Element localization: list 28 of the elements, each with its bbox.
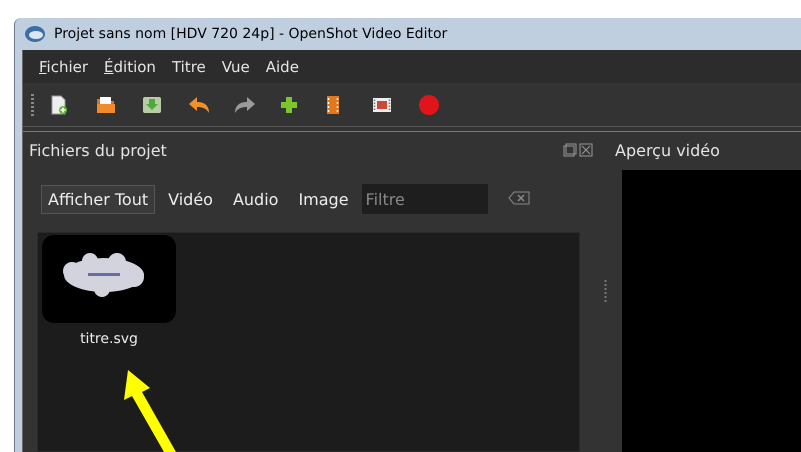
film-strip-icon[interactable] — [326, 94, 340, 114]
record-icon[interactable] — [418, 94, 440, 116]
file-name[interactable]: titre.svg — [80, 331, 138, 347]
menu-item[interactable]: Fichier — [31, 52, 96, 80]
undo-icon[interactable] — [188, 96, 210, 114]
splitter-handle-icon[interactable] — [604, 280, 606, 304]
save-icon[interactable] — [142, 96, 162, 114]
menu-item[interactable]: Édition — [96, 52, 164, 80]
filter-field[interactable]: Filtre — [362, 184, 488, 214]
menu-item[interactable]: Vue — [214, 52, 258, 80]
menu-item[interactable]: Aide — [258, 52, 307, 80]
clear-icon[interactable] — [508, 190, 530, 204]
new-file-icon[interactable] — [50, 94, 68, 114]
filter-tab[interactable]: Afficher Tout — [41, 184, 156, 214]
window-title: Projet sans nom [HDV 720 24p] - OpenShot Video Editor — [54, 26, 448, 42]
plus-icon[interactable] — [280, 96, 298, 114]
filter-tab[interactable]: Audio — [226, 184, 286, 214]
app-logo-icon — [24, 25, 46, 43]
close-icon[interactable] — [579, 143, 593, 157]
filter-tab[interactable]: Vidéo — [161, 184, 220, 214]
menu-item[interactable]: Titre — [164, 52, 214, 80]
redo-icon[interactable] — [234, 96, 256, 114]
folder-icon[interactable] — [96, 96, 116, 114]
filter-tab[interactable]: Image — [291, 184, 356, 214]
float-icon[interactable] — [563, 143, 577, 157]
panel-title: Fichiers du projet — [29, 140, 167, 160]
panel-title: Aperçu vidéo — [615, 140, 720, 160]
film-icon[interactable] — [372, 96, 392, 112]
